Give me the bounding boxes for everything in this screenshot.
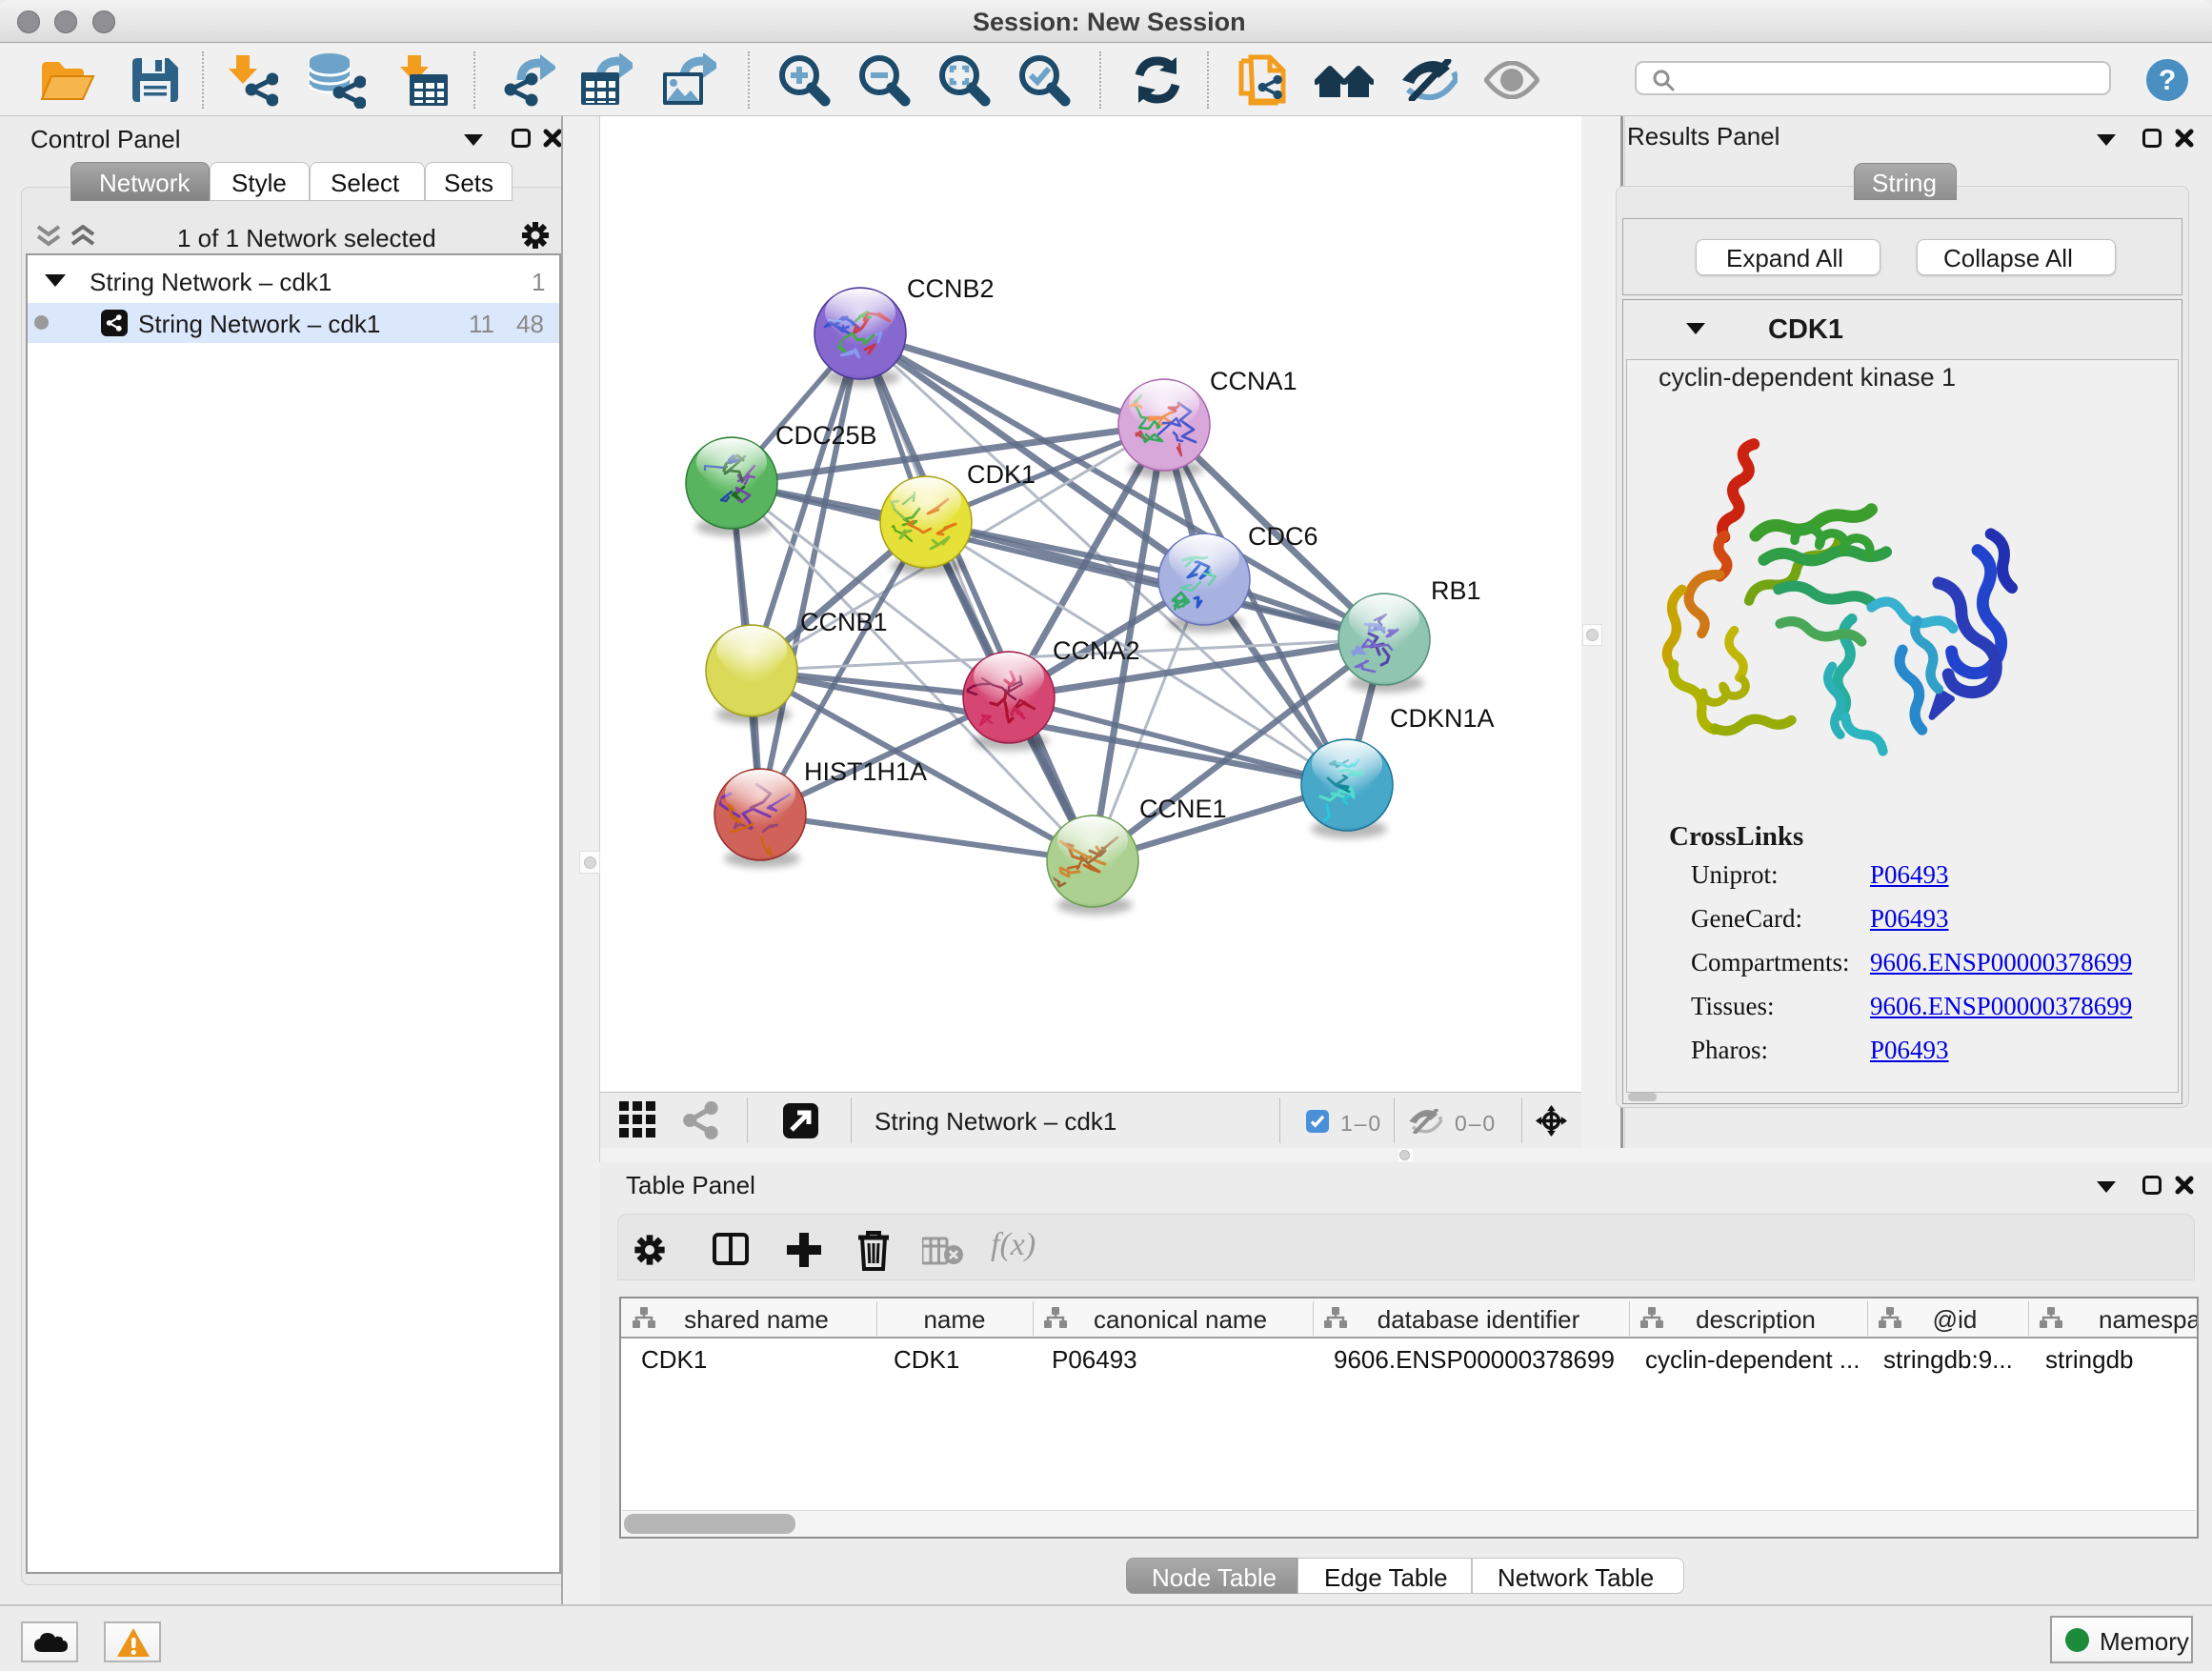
svg-text:HIST1H1A: HIST1H1A	[804, 757, 927, 786]
svg-text:CDC25B: CDC25B	[775, 421, 877, 450]
svg-text:CCNA2: CCNA2	[1053, 636, 1140, 665]
svg-text:CCNA1: CCNA1	[1210, 367, 1297, 395]
svg-text:RB1: RB1	[1431, 576, 1481, 605]
svg-text:CDC6: CDC6	[1248, 522, 1318, 551]
svg-text:CDK1: CDK1	[967, 460, 1036, 489]
svg-text:CCNE1: CCNE1	[1139, 795, 1227, 823]
svg-text:CCNB1: CCNB1	[800, 608, 888, 636]
svg-text:CCNB2: CCNB2	[907, 274, 995, 303]
svg-text:CDKN1A: CDKN1A	[1390, 704, 1495, 733]
